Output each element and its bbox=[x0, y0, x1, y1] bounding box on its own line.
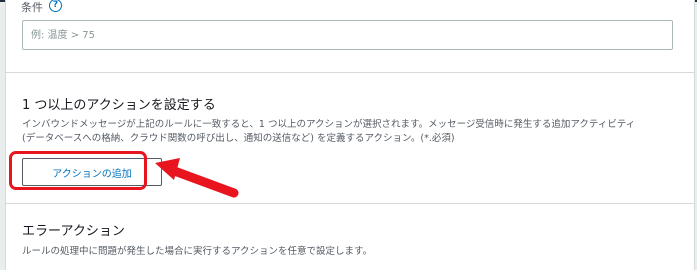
actions-section-title: 1 つ以上のアクションを設定する bbox=[22, 98, 216, 113]
condition-label: 条件 bbox=[21, 1, 43, 14]
description-line-2: (データベースへの格納、クラウド関数の呼び出し、通知の送信など) を定義するアク… bbox=[22, 133, 455, 144]
error-action-title: エラーアクション bbox=[22, 224, 125, 239]
description-line-1: インバウンドメッセージが上記のルールに一致すると、1 つ以上のアクションが選択さ… bbox=[22, 119, 636, 130]
section-divider bbox=[6, 203, 694, 204]
rule-form-card: 条件 ? 1 つ以上のアクションを設定する インバウンドメッセージが上記のルール… bbox=[5, 0, 695, 270]
error-action-description: ルールの処理中に問題が発生した場合に実行するアクションを任意で設定します。 bbox=[22, 246, 373, 257]
condition-input[interactable] bbox=[22, 20, 673, 50]
left-arrow-icon bbox=[155, 158, 239, 198]
help-icon[interactable]: ? bbox=[49, 0, 62, 12]
actions-section-description: インバウンドメッセージが上記のルールに一致すると、1 つ以上のアクションが選択さ… bbox=[22, 118, 682, 146]
highlight-box bbox=[9, 151, 147, 190]
section-divider bbox=[6, 72, 694, 73]
